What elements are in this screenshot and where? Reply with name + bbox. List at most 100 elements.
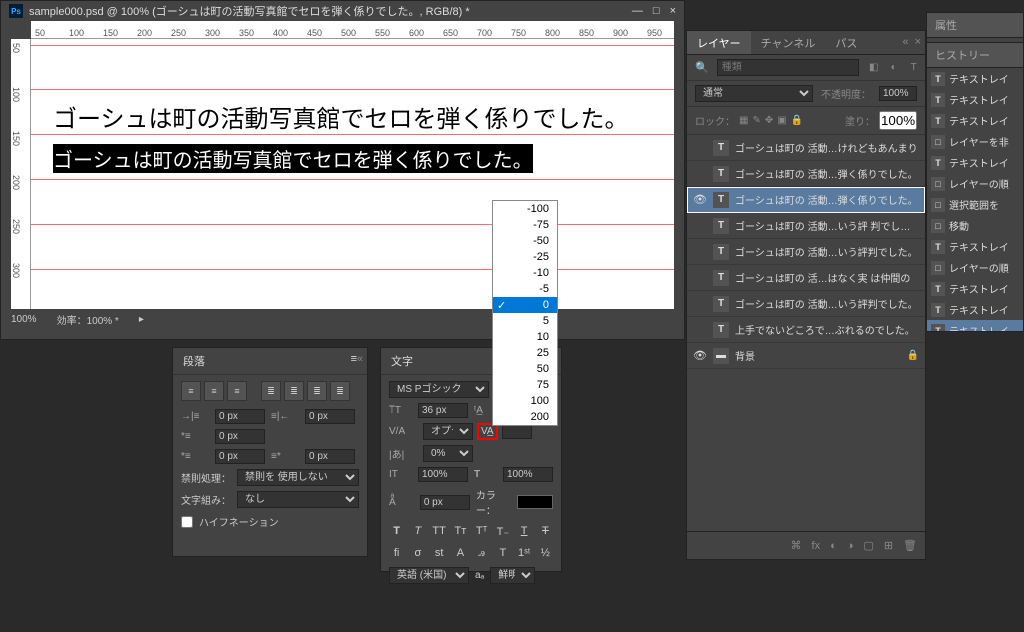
adjustment-icon[interactable]: ◑ xyxy=(847,540,854,552)
indent-left-input[interactable] xyxy=(215,409,265,424)
tracking-option[interactable]: 200 xyxy=(493,409,557,425)
visibility-icon[interactable]: 👁 xyxy=(693,193,707,206)
baseline-shift-input[interactable] xyxy=(420,495,470,510)
tab-history[interactable]: ヒストリー xyxy=(927,43,1023,68)
ruler-horizontal[interactable]: 5010015020025030035040045050055060065070… xyxy=(31,21,674,39)
maximize-icon[interactable]: □ xyxy=(653,5,660,17)
layer-item[interactable]: Tゴーシュは町の 活動…けれどもあんまり xyxy=(687,135,925,161)
font-size-input[interactable] xyxy=(418,403,468,418)
layer-item[interactable]: 👁Tゴーシュは町の 活動…弾く係りでした。 xyxy=(687,187,925,213)
history-item[interactable]: Tテキストレイ xyxy=(927,236,1023,257)
indent-first-input[interactable] xyxy=(215,429,265,444)
titlebar[interactable]: Ps sample000.psd @ 100% (ゴーシュは町の活動写真館でセロ… xyxy=(1,1,684,21)
layer-item[interactable]: Tゴーシュは町の 活動…弾く係りでした。 xyxy=(687,161,925,187)
fill-input[interactable] xyxy=(879,111,917,130)
subscript-button[interactable]: T₋ xyxy=(495,523,510,539)
history-item[interactable]: Tテキストレイ xyxy=(927,299,1023,320)
bold-button[interactable]: T xyxy=(389,523,404,539)
language-select[interactable]: 英語 (米国) xyxy=(389,567,469,584)
history-item[interactable]: Tテキストレイ xyxy=(927,110,1023,131)
guide[interactable] xyxy=(31,89,674,90)
align-center-icon[interactable]: ≡ xyxy=(204,381,224,401)
guide[interactable] xyxy=(31,179,674,180)
scale-v-input[interactable] xyxy=(418,467,468,482)
tracking-dropdown[interactable]: -100-75-50-25-10-50510255075100200 xyxy=(492,200,558,426)
tracking-input[interactable] xyxy=(502,424,532,439)
tracking-option[interactable]: 50 xyxy=(493,361,557,377)
guide[interactable] xyxy=(31,269,674,270)
justify-right-icon[interactable]: ≣ xyxy=(307,381,327,401)
layer-item[interactable]: Tゴーシュは町の 活動…いう評判でした。 xyxy=(687,291,925,317)
ordinal-button[interactable]: σ xyxy=(410,545,425,561)
tracking-icon[interactable]: VA̲ xyxy=(479,425,496,438)
history-item[interactable]: Tテキストレイ xyxy=(927,89,1023,110)
allcaps-button[interactable]: TT xyxy=(432,523,447,539)
filter-pixel-icon[interactable]: ◧ xyxy=(867,61,881,75)
fx-icon[interactable]: fx xyxy=(812,540,821,552)
tracking-option[interactable]: -5 xyxy=(493,281,557,297)
collapse-icon[interactable]: « xyxy=(902,36,908,48)
paragraph-panel[interactable]: « 段落≡ ≡ ≡ ≡ ≣ ≣ ≣ ≣ →|≡≡|← *≡ *≡≡* 禁則処理：… xyxy=(172,347,368,557)
lock-transparency-icon[interactable]: ▦ xyxy=(739,115,748,126)
new-layer-icon[interactable]: ⊞ xyxy=(884,539,893,552)
filter-type-icon[interactable]: T xyxy=(907,61,921,75)
tracking-option[interactable]: 5 xyxy=(493,313,557,329)
superscript-button[interactable]: Tᵀ xyxy=(474,523,489,539)
history-item[interactable]: Tテキストレイ xyxy=(927,320,1023,332)
font-family-select[interactable]: MS Pゴシック xyxy=(389,381,489,398)
italic-button[interactable]: T xyxy=(410,523,425,539)
ruler-vertical[interactable]: 50100150200250300 xyxy=(11,39,31,309)
tracking-option[interactable]: -10 xyxy=(493,265,557,281)
chevron-right-icon[interactable]: ▸ xyxy=(139,314,144,325)
justify-center-icon[interactable]: ≣ xyxy=(284,381,304,401)
guide[interactable] xyxy=(31,224,674,225)
layer-item[interactable]: T上手でないどころで…ぶれるのでした。 xyxy=(687,317,925,343)
tracking-option[interactable]: 25 xyxy=(493,345,557,361)
space-before-input[interactable] xyxy=(215,449,265,464)
opacity-input[interactable] xyxy=(879,86,917,101)
tracking-option[interactable]: 100 xyxy=(493,393,557,409)
guide[interactable] xyxy=(31,45,674,46)
fractions-button[interactable]: ½ xyxy=(538,545,553,561)
layer-item[interactable]: Tゴーシュは町の 活動…いう評 判でした。 xyxy=(687,213,925,239)
group-icon[interactable]: ▢ xyxy=(863,539,873,552)
composing-select[interactable]: なし xyxy=(237,491,359,508)
history-item[interactable]: □レイヤーの順 xyxy=(927,257,1023,278)
minimize-icon[interactable]: — xyxy=(632,5,643,17)
fi-button[interactable]: fi xyxy=(389,545,404,561)
visibility-icon[interactable]: 👁 xyxy=(693,349,707,362)
history-item[interactable]: Tテキストレイ xyxy=(927,152,1023,173)
stylistic-button[interactable]: st xyxy=(432,545,447,561)
layer-search-input[interactable] xyxy=(717,59,859,76)
tracking-option[interactable]: -100 xyxy=(493,201,557,217)
zoom-value[interactable]: 100% xyxy=(11,314,37,325)
collapse-icon[interactable]: « xyxy=(357,353,363,365)
blend-mode-select[interactable]: 通常 xyxy=(695,85,813,102)
tracking-option[interactable]: -50 xyxy=(493,233,557,249)
titling-button[interactable]: ꭿ xyxy=(474,545,489,561)
history-item[interactable]: □レイヤーの順 xyxy=(927,173,1023,194)
tracking-option[interactable]: 75 xyxy=(493,377,557,393)
underline-button[interactable]: T xyxy=(517,523,532,539)
lock-paint-icon[interactable]: ✎ xyxy=(752,115,760,126)
align-left-icon[interactable]: ≡ xyxy=(181,381,201,401)
tracking-option[interactable]: 10 xyxy=(493,329,557,345)
link-icon[interactable]: ⌘ xyxy=(791,539,802,552)
layer-item[interactable]: Tゴーシュは町の 活動…いう評判でした。 xyxy=(687,239,925,265)
history-item[interactable]: □選択範囲を xyxy=(927,194,1023,215)
close-icon[interactable]: × xyxy=(670,5,676,17)
tab-paths[interactable]: パス xyxy=(825,31,867,54)
history-item[interactable]: □レイヤーを非 xyxy=(927,131,1023,152)
align-right-icon[interactable]: ≡ xyxy=(227,381,247,401)
antialias-select[interactable]: 鮮明 xyxy=(490,567,535,584)
lock-all-icon[interactable]: 🔒 xyxy=(791,115,803,126)
guide[interactable] xyxy=(31,134,674,135)
strikethrough-button[interactable]: T xyxy=(538,523,553,539)
canvas-text-1[interactable]: ゴーシュは町の活動写真館でセロを弾く係りでした。 xyxy=(53,99,629,134)
layer-item[interactable]: 👁▬背景🔒 xyxy=(687,343,925,369)
lock-position-icon[interactable]: ✥ xyxy=(765,115,773,126)
hyphenation-checkbox[interactable] xyxy=(181,516,193,528)
close-icon[interactable]: × xyxy=(915,36,921,48)
tracking-option[interactable]: -75 xyxy=(493,217,557,233)
prohibition-select[interactable]: 禁則を 使用しない xyxy=(237,469,359,486)
